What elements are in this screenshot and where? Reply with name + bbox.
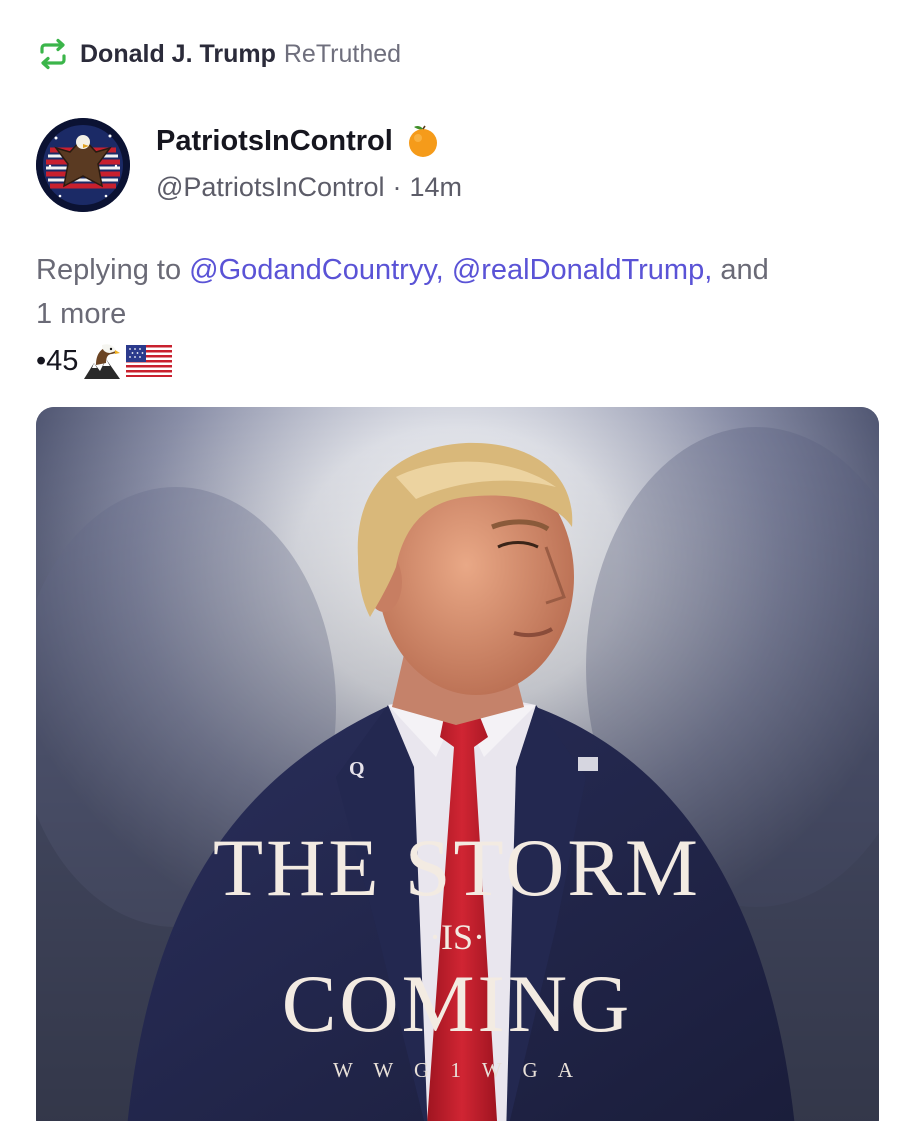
us-flag-emoji-icon (126, 343, 173, 379)
handle-separator: · (392, 172, 402, 202)
post-time[interactable]: 14m (410, 172, 463, 203)
poster-title-line1: THE STORM (213, 822, 701, 913)
post-media-image[interactable]: Q THE STORM ·IS· COMING W W G 1 W G A (36, 407, 879, 1121)
retruth-user-link[interactable]: Donald J. Trump (80, 40, 276, 69)
retruth-label: ReTruthed (283, 39, 402, 68)
poster-title-line2: ·IS· (429, 917, 485, 957)
mention-link[interactable]: @GodandCountryy, (189, 254, 444, 286)
post-body-text: •45 (36, 344, 79, 377)
eagle-flag-avatar-image (36, 118, 130, 212)
poster-title-line3: COMING (282, 958, 633, 1049)
reply-line: Replying to @GodandCountryy, @realDonald… (36, 248, 876, 336)
author-handle[interactable]: @PatriotsInControl (156, 172, 385, 203)
reply-more-link[interactable]: 1 more (36, 298, 126, 330)
reply-prefix: Replying to (36, 254, 182, 286)
reply-suffix: and (720, 254, 769, 286)
mention-link[interactable]: @realDonaldTrump, (452, 254, 712, 286)
q-lapel-pin: Q (349, 758, 365, 780)
post-body: •45 (36, 340, 173, 382)
orange-emoji-icon (408, 125, 437, 157)
poster-slogan: W W G 1 W G A (333, 1058, 581, 1082)
avatar[interactable] (36, 118, 130, 212)
author-block: PatriotsInControl @PatriotsInControl · 1… (156, 120, 462, 203)
storm-poster-image: Q THE STORM ·IS· COMING W W G 1 W G A (36, 407, 879, 1121)
retruth-icon (40, 38, 66, 70)
author-name[interactable]: PatriotsInControl (156, 125, 393, 158)
retruth-bar: Donald J. Trump ReTruthed (36, 36, 401, 72)
eagle-emoji-icon (82, 341, 122, 381)
flag-lapel-pin (578, 757, 598, 771)
post-header: PatriotsInControl @PatriotsInControl · 1… (36, 118, 876, 214)
